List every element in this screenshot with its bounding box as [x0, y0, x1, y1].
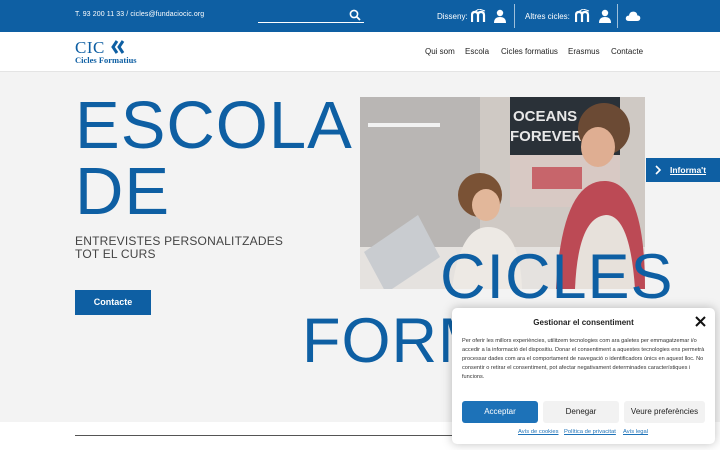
divider [75, 435, 455, 436]
user-icon[interactable] [597, 9, 613, 23]
nav-item-contacte[interactable]: Contacte [611, 47, 643, 56]
search-input[interactable] [258, 7, 364, 23]
nav-item-escola[interactable]: Escola [465, 47, 489, 56]
subhead-line: TOT EL CURS [75, 247, 156, 261]
disseny-label: Disseny: [437, 12, 468, 21]
cic-logo[interactable]: CIC Cicles Formatius [75, 38, 150, 66]
consent-dialog: Gestionar el consentiment Per oferir les… [452, 308, 715, 444]
hero-title-line: DE [75, 154, 171, 229]
informat-tab[interactable]: Informa't [646, 158, 720, 182]
consent-title: Gestionar el consentiment [533, 318, 634, 327]
divider [514, 4, 515, 28]
poster-text: OCEANS [513, 108, 577, 125]
preferences-button[interactable]: Veure preferències [624, 401, 705, 423]
chevron-right-icon [655, 165, 662, 175]
logo-mark-icon [111, 40, 125, 54]
cookies-notice-link[interactable]: Avís de cookies [518, 429, 559, 435]
hero-subheading: ENTREVISTES PERSONALITZADES TOT EL CURS [75, 235, 305, 261]
nav-item-erasmus[interactable]: Erasmus [568, 47, 600, 56]
top-bar: T. 93 200 11 33 / cicles@fundaciocic.org… [0, 0, 720, 32]
divider [617, 4, 618, 28]
privacy-policy-link[interactable]: Política de privacitat [564, 429, 616, 435]
poster-text: FOREVER [510, 128, 583, 145]
hero-cicles-text: CICLES [440, 242, 674, 312]
close-icon[interactable] [695, 316, 706, 327]
accept-button[interactable]: Acceptar [462, 401, 538, 423]
legal-notice-link[interactable]: Avís legal [623, 429, 648, 435]
consent-body: Per oferir les millors experiències, uti… [462, 338, 705, 380]
deny-button[interactable]: Denegar [543, 401, 619, 423]
altres-cicles-label: Altres cicles: [525, 12, 570, 21]
moodle-icon[interactable] [471, 9, 487, 23]
informat-label: Informa't [670, 165, 707, 175]
contacte-button[interactable]: Contacte [75, 290, 151, 315]
user-icon[interactable] [492, 9, 508, 23]
main-nav: CIC Cicles Formatius Qui som Escola Cicl… [0, 32, 720, 72]
hero-title-line: ESCOLA [75, 88, 353, 163]
cloud-icon[interactable] [625, 9, 641, 23]
nav-item-qui-som[interactable]: Qui som [425, 47, 455, 56]
logo-subtitle: Cicles Formatius [75, 55, 137, 65]
moodle-icon[interactable] [575, 9, 591, 23]
contact-info[interactable]: T. 93 200 11 33 / cicles@fundaciocic.org [75, 11, 204, 18]
search-icon[interactable] [349, 9, 361, 21]
nav-item-cicles-formatius[interactable]: Cicles formatius [501, 47, 558, 56]
subhead-line: ENTREVISTES PERSONALITZADES [75, 234, 284, 248]
hero-title: ESCOLA DE [75, 92, 353, 225]
